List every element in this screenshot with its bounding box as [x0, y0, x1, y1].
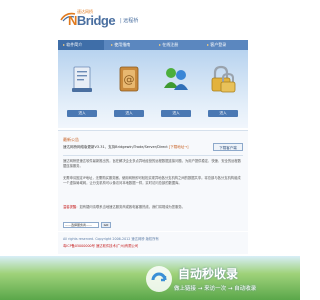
enter-button[interactable]: 进入: [161, 110, 191, 117]
nav-tab-login[interactable]: ▸ 客户登录: [202, 40, 248, 50]
lock-icon: [211, 65, 236, 93]
nav-tab-label: 使用指南: [114, 42, 131, 47]
watermark: 自动秒收录 做上链接 → 来访一次 → 自动收录: [140, 262, 300, 298]
document-icon: [72, 66, 92, 92]
announcement-panel: 最新公告 速达网桥网络版更新V3.31，支持Bridgewin/Trade/Se…: [58, 130, 248, 231]
enter-button[interactable]: 进入: [114, 110, 144, 117]
enter-button[interactable]: 进入: [67, 110, 97, 117]
note-text: 如有疑问请联系当地速达服务商或致电客服热线，我们将竭诚为您服务。: [79, 205, 185, 209]
nav-bullet-icon: ▸: [63, 42, 66, 47]
feature-paragraph: 无需申请固定IP地址，无需购买服务器，使用网桥即可轻松实现异地各分支机构之间的数…: [63, 176, 241, 185]
feature-tile-users: 进入: [154, 64, 198, 124]
feature-tile-document: 进入: [60, 64, 104, 124]
main-nav: ▸ 软件简介 ▸ 使用指南 ▸ 在线注册 ▸ 客户登录: [58, 40, 248, 50]
copyright: All rights reserved. Copyright 2006-2012…: [63, 237, 159, 241]
users-icon: [164, 68, 188, 90]
nav-bullet-icon: ▸: [159, 42, 162, 47]
nav-tab-label: 在线注册: [162, 42, 179, 47]
download-client-button[interactable]: 下载客户端: [213, 143, 243, 151]
feature-tile-lock: 进入: [201, 64, 245, 124]
update-text: 速达网桥网络版更新V3.31，支持Bridgewin/Trade/Server/…: [63, 145, 169, 149]
nav-bullet-icon: ▸: [207, 42, 210, 47]
nav-tab-label: 客户登录: [210, 42, 227, 47]
svg-text:@: @: [124, 73, 135, 86]
header: 速达网桥 NBridge | 远程桥: [0, 0, 300, 40]
note-label: 温馨提醒：: [63, 205, 80, 209]
download-link[interactable]: [下载地址→]: [169, 145, 189, 149]
note-paragraph: 温馨提醒：如有疑问请联系当地速达服务商或致电客服热线，我们将竭诚为您服务。: [63, 205, 243, 210]
logo[interactable]: NBridge: [68, 13, 116, 28]
provider-select[interactable]: ——选择服务商——: [63, 222, 99, 228]
panel-title: 最新公告: [63, 137, 79, 142]
watermark-title: 自动秒收录: [178, 267, 239, 281]
nav-bullet-icon: ▸: [111, 42, 114, 47]
logo-wordmark: Bridge: [76, 13, 116, 28]
nav-tab-register[interactable]: ▸ 在线注册: [154, 40, 200, 50]
intro-paragraph: 速达网桥是速达软件最新推出的，旨在解决企业多点异地经营的远程数据连接问题，为用户…: [63, 159, 242, 168]
nav-tab-label: 软件简介: [66, 42, 83, 47]
nav-tab-guide[interactable]: ▸ 使用指南: [106, 40, 152, 50]
divider: [63, 155, 243, 156]
logo-letter-n: N: [68, 13, 77, 28]
logo-subtitle: | 远程桥: [120, 18, 139, 24]
footer: All rights reserved. Copyright 2006-2012…: [58, 232, 248, 254]
go-button[interactable]: GO: [101, 222, 111, 228]
icp-record[interactable]: 粤ICP备05000000号 速达软件技术(广州)有限公司: [63, 243, 138, 248]
watermark-logo-icon: [146, 266, 172, 292]
watermark-subtitle: 做上链接 → 来访一次 → 自动收录: [174, 286, 257, 292]
feature-banner: 进入 @ 进入 进入 进入: [58, 50, 248, 128]
feature-tile-address-book: @ 进入: [107, 64, 151, 124]
address-book-icon: @: [119, 66, 139, 92]
update-notice: 速达网桥网络版更新V3.31，支持Bridgewin/Trade/Server/…: [63, 145, 189, 150]
enter-button[interactable]: 进入: [208, 110, 238, 117]
nav-tab-intro[interactable]: ▸ 软件简介: [58, 40, 104, 50]
